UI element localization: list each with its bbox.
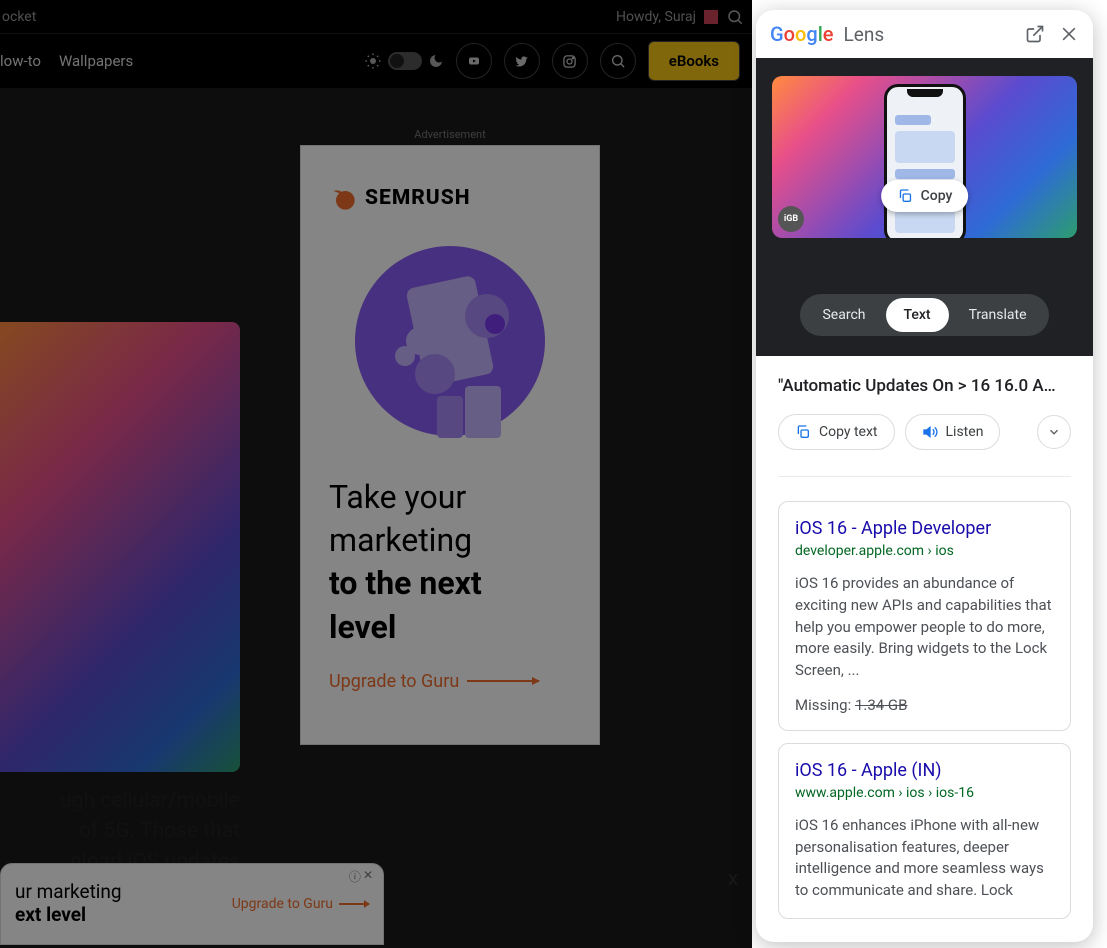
- ad-copy: Take your marketing to the next level: [321, 476, 579, 649]
- lens-title: Lens: [844, 23, 885, 46]
- ad-label: Advertisement: [300, 128, 600, 141]
- article-title: stall iOS: [0, 145, 215, 218]
- ad-cta[interactable]: Upgrade to Guru: [321, 671, 579, 692]
- greeting-text[interactable]: Howdy, Suraj: [616, 9, 696, 25]
- google-logo: Google: [770, 22, 834, 46]
- search-result[interactable]: iOS 16 - Apple Developer developer.apple…: [778, 501, 1071, 731]
- bottom-ad[interactable]: ⓘ✕ ur marketing ext level Upgrade to Gur…: [0, 863, 384, 945]
- lens-preview-area: Copy iGB Search Text Translate: [756, 58, 1093, 356]
- copy-icon: [795, 424, 811, 440]
- theme-toggle[interactable]: [388, 52, 422, 70]
- divider: [778, 476, 1071, 477]
- lens-panel: Google Lens Copy iGB: [756, 10, 1093, 942]
- ad-illustration: [345, 236, 555, 446]
- avatar[interactable]: [704, 10, 718, 24]
- expand-button[interactable]: [1037, 415, 1071, 449]
- result-url: www.apple.com › ios › ios-16: [795, 785, 1054, 801]
- ad-banner[interactable]: SEMRUSH Take your marketing to the next …: [300, 145, 600, 745]
- search-result[interactable]: iOS 16 - Apple (IN) www.apple.com › ios …: [778, 743, 1071, 919]
- bottom-ad-close[interactable]: X: [720, 866, 746, 893]
- listen-button[interactable]: Listen: [905, 414, 1001, 450]
- ebooks-button[interactable]: eBooks: [648, 41, 740, 81]
- pocket-link[interactable]: ocket: [2, 9, 36, 25]
- nav-item-wallpapers[interactable]: Wallpapers: [59, 52, 133, 70]
- close-icon[interactable]: [1059, 24, 1079, 44]
- lens-mode-tabs: Search Text Translate: [772, 294, 1077, 336]
- lens-results-area: "Automatic Updates On > 16 16.0 A… Copy …: [756, 356, 1093, 942]
- chevron-down-icon: [1047, 425, 1061, 439]
- copy-icon: [897, 188, 913, 204]
- tab-text[interactable]: Text: [886, 298, 949, 332]
- hero-image: [0, 322, 240, 772]
- moon-icon: [428, 53, 444, 69]
- nav-item-howto[interactable]: low-to: [0, 52, 41, 70]
- arrow-right-icon: [339, 903, 369, 905]
- admin-top-bar: ocket Howdy, Suraj: [0, 0, 752, 33]
- result-url: developer.apple.com › ios: [795, 543, 1054, 559]
- result-title[interactable]: iOS 16 - Apple Developer: [795, 518, 1054, 539]
- bottom-ad-controls[interactable]: ⓘ✕: [349, 868, 373, 885]
- phone-mockup: [884, 84, 966, 238]
- sun-icon: [364, 52, 382, 70]
- search-icon[interactable]: [726, 8, 744, 26]
- result-description: iOS 16 enhances iPhone with all-new pers…: [795, 815, 1054, 902]
- tab-search[interactable]: Search: [804, 298, 883, 332]
- youtube-link[interactable]: [456, 43, 492, 79]
- copy-chip[interactable]: Copy: [881, 180, 969, 212]
- semrush-brand: SEMRUSH: [365, 186, 471, 210]
- result-title[interactable]: iOS 16 - Apple (IN): [795, 760, 1054, 781]
- instagram-link[interactable]: [552, 43, 588, 79]
- twitter-link[interactable]: [504, 43, 540, 79]
- open-external-icon[interactable]: [1025, 24, 1045, 44]
- tab-translate[interactable]: Translate: [951, 298, 1045, 332]
- result-description: iOS 16 provides an abundance of exciting…: [795, 573, 1054, 682]
- semrush-logo-icon: [329, 184, 357, 212]
- arrow-right-icon: [467, 680, 539, 682]
- result-missing: Missing: 1.34 GB: [795, 696, 1054, 714]
- bottom-ad-cta[interactable]: Upgrade to Guru: [232, 896, 369, 912]
- bottom-ad-copy: ur marketing ext level: [15, 881, 122, 927]
- nav-search-button[interactable]: [600, 43, 636, 79]
- copy-text-button[interactable]: Copy text: [778, 414, 895, 450]
- speaker-icon: [922, 424, 938, 440]
- site-nav: low-to Wallpapers eBooks: [0, 33, 752, 88]
- lens-header: Google Lens: [756, 10, 1093, 58]
- detected-text: "Automatic Updates On > 16 16.0 A…: [778, 376, 1071, 396]
- igb-watermark: iGB: [778, 206, 804, 232]
- lens-image-preview[interactable]: Copy iGB: [772, 76, 1077, 238]
